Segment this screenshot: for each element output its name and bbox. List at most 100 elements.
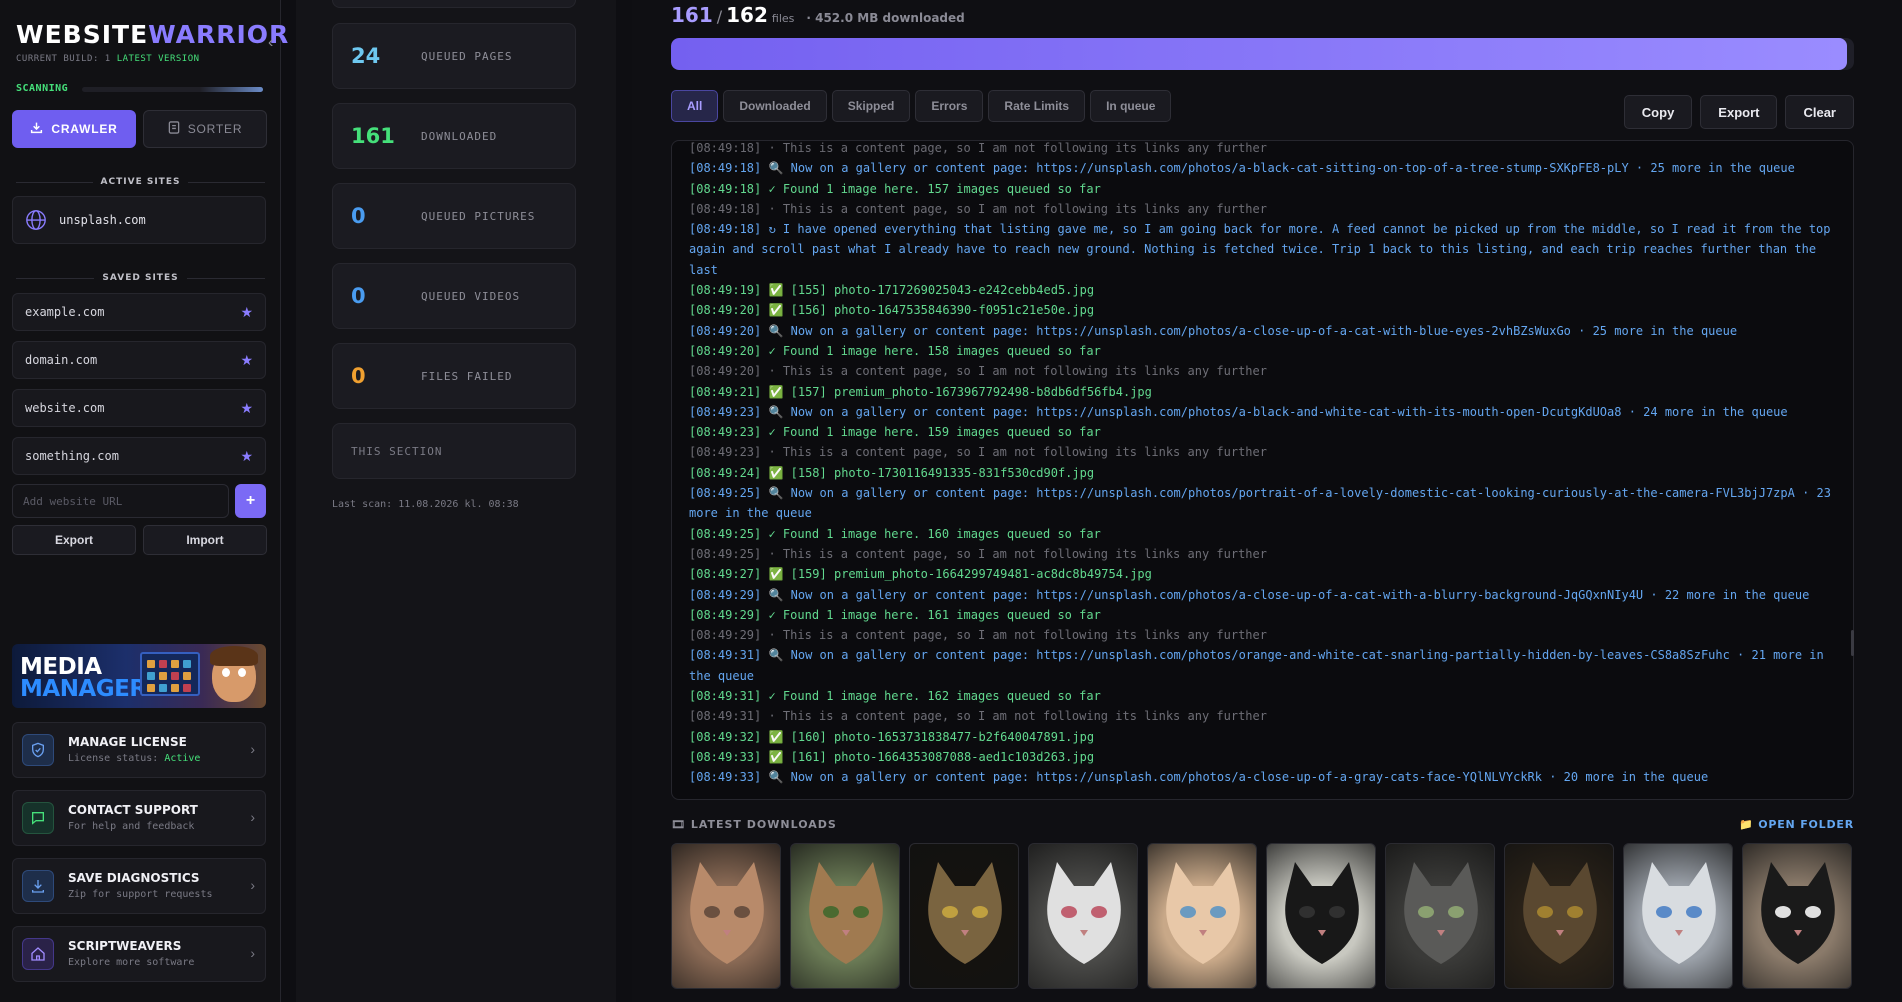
cat-photo-icon [1761,862,1835,964]
cat-photo-icon [1166,862,1240,964]
download-thumbnail[interactable] [1623,843,1733,989]
star-icon[interactable]: ★ [240,400,253,417]
saved-site-label: domain.com [25,353,98,367]
active-site-item[interactable]: unsplash.com [12,196,266,244]
filter-in-queue[interactable]: In queue [1090,90,1172,122]
log-line: [08:49:25] · This is a content page, so … [689,546,1267,561]
log-line-cut: [08:49:18] · This is a content page, so … [689,141,1267,155]
star-icon[interactable]: ★ [240,304,253,321]
app-window: WEBSITEWARRIOR ‹ CURRENT BUILD: 1 LATEST … [0,0,1902,1002]
filter-errors[interactable]: Errors [915,90,984,122]
saved-site-label: example.com [25,305,105,319]
download-thumbnail[interactable] [1742,843,1852,989]
sort-icon [168,121,180,137]
saved-site-item[interactable]: domain.com ★ [12,341,266,379]
filter-downloaded[interactable]: Downloaded [723,90,827,122]
home-icon [22,938,54,970]
scriptweavers-subtitle: Explore more software [68,957,195,968]
download-thumbnail[interactable] [1266,843,1376,989]
saved-site-item[interactable]: something.com ★ [12,437,266,475]
downloaded-size: · 452.0 MB downloaded [806,11,965,25]
download-thumbnail[interactable] [1385,843,1495,989]
star-icon[interactable]: ★ [240,352,253,369]
saved-site-label: something.com [25,449,119,463]
open-folder-link[interactable]: 📁 OPEN FOLDER [1739,818,1854,831]
saved-site-item[interactable]: website.com ★ [12,389,266,427]
media-manager-promo-banner[interactable]: MEDIA MANAGER [12,644,266,708]
log-line: [08:49:27] ✅ [159] premium_photo-1664299… [689,567,1152,582]
clear-log-button[interactable]: Clear [1785,95,1854,129]
log-line: [08:49:23] · This is a content page, so … [689,445,1267,460]
last-scan-text: Last scan: 11.08.2026 kl. 08:38 [332,499,519,510]
stats-panel: 24 QUEUED PAGES 161 DOWNLOADED 0 QUEUED … [296,0,616,1002]
count-separator: / [716,7,723,26]
cat-photo-icon [809,862,883,964]
add-website-url-input[interactable] [12,484,229,518]
export-log-button[interactable]: Export [1700,95,1778,129]
import-sites-button[interactable]: Import [143,525,267,555]
log-scrollbar[interactable] [1851,630,1854,656]
scan-status: SCANNING [16,83,263,95]
filter-skipped[interactable]: Skipped [831,90,911,122]
license-status: License status: Active [68,753,201,764]
active-site-label: unsplash.com [59,213,146,227]
log-filter-tabs: All Downloaded Skipped Errors Rate Limit… [671,90,1172,122]
collapse-chevron-icon[interactable]: ‹ [268,34,273,52]
cat-photo-icon [1642,862,1716,964]
saved-site-label: website.com [25,401,105,415]
download-thumbnail[interactable] [909,843,1019,989]
stat-files-failed: 0 FILES FAILED [332,343,576,409]
this-section-card: THIS SECTION [332,423,576,479]
contact-support-title: CONTACT SUPPORT [68,803,198,817]
download-thumbnail[interactable] [1147,843,1257,989]
sorter-mode-button[interactable]: SORTER [143,110,267,148]
export-sites-button[interactable]: Export [12,525,136,555]
log-line: [08:49:21] ✅ [157] premium_photo-1673967… [689,384,1152,399]
download-thumbnail[interactable] [1028,843,1138,989]
log-line: [08:49:31] ✓ Found 1 image here. 162 ima… [689,689,1101,704]
download-progress-fill [671,38,1847,70]
download-thumbnail[interactable] [671,843,781,989]
shield-icon [22,734,54,766]
manage-license-item[interactable]: MANAGE LICENSE License status: Active › [12,722,266,778]
download-thumbnail[interactable] [1504,843,1614,989]
log-line: [08:49:29] · This is a content page, so … [689,628,1267,643]
copy-log-button[interactable]: Copy [1623,95,1693,129]
main-panel: 161 / 162 files · 452.0 MB downloaded Al… [632,0,1902,1002]
save-diagnostics-item[interactable]: SAVE DIAGNOSTICS Zip for support request… [12,858,266,914]
files-total-count: 162 [726,3,768,27]
promo-title: MEDIA MANAGER [20,654,147,702]
filter-all[interactable]: All [671,90,719,122]
stat-value: 161 [351,124,395,148]
saved-site-item[interactable]: example.com ★ [12,293,266,331]
star-icon[interactable]: ★ [240,448,253,465]
log-line: [08:49:18] ↻ I have opened everything th… [689,222,1838,277]
scriptweavers-item[interactable]: SCRIPTWEAVERS Explore more software › [12,926,266,982]
manage-license-title: MANAGE LICENSE [68,735,187,749]
log-line: [08:49:31] 🔍 Now on a gallery or content… [689,648,1831,683]
gallery-icon: 🎞 [671,818,686,831]
activity-log[interactable]: [08:49:18] · This is a content page, so … [671,140,1854,800]
active-sites-heading: ACTIVE SITES [16,177,265,187]
build-info: CURRENT BUILD: 1 LATEST VERSION [16,54,200,64]
stat-queued-videos: 0 QUEUED VIDEOS [332,263,576,329]
download-icon [22,870,54,902]
files-done-count: 161 [671,3,713,27]
filter-rate-limits[interactable]: Rate Limits [988,90,1086,122]
log-line: [08:49:23] ✓ Found 1 image here. 159 ima… [689,425,1101,440]
brand-word-1: WEBSITE [16,20,149,49]
add-website-button[interactable]: + [235,484,266,518]
stat-label: QUEUED PAGES [421,49,513,63]
stat-label: FILES FAILED [421,369,513,383]
contact-support-item[interactable]: CONTACT SUPPORT For help and feedback › [12,790,266,846]
latest-downloads-gallery [671,843,1852,989]
download-thumbnail[interactable] [790,843,900,989]
crawler-mode-button[interactable]: CRAWLER [12,110,136,148]
stat-value: 0 [351,364,366,388]
sorter-label: SORTER [187,122,243,136]
stat-downloaded: 161 DOWNLOADED [332,103,576,169]
latest-downloads-header: 🎞 LATEST DOWNLOADS 📁 OPEN FOLDER [671,818,1854,834]
save-diagnostics-title: SAVE DIAGNOSTICS [68,871,200,885]
stat-value: 24 [351,44,381,68]
sidebar: WEBSITEWARRIOR ‹ CURRENT BUILD: 1 LATEST … [0,0,288,1002]
